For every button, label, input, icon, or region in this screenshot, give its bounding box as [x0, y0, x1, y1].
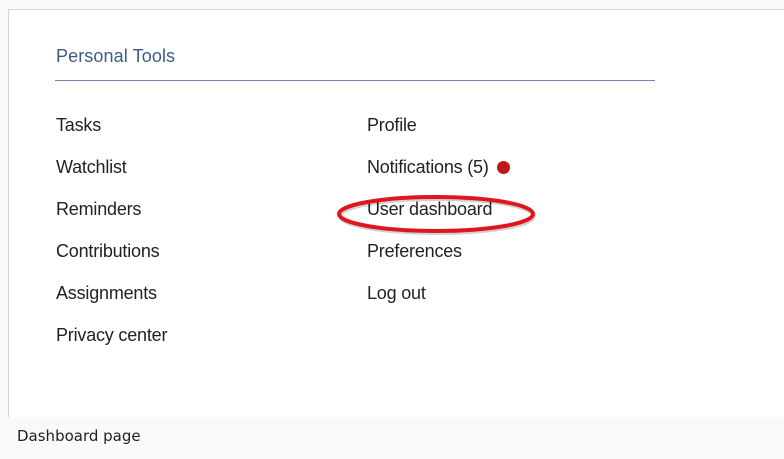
- menu-item-reminders[interactable]: Reminders: [56, 198, 167, 240]
- screenshot-frame: Personal Tools Tasks Watchlist Reminders…: [8, 9, 784, 417]
- menu-item-log-out[interactable]: Log out: [367, 282, 510, 324]
- menu-item-label: Notifications (5): [367, 157, 489, 177]
- menu-item-label: Profile: [367, 115, 417, 135]
- menu-item-watchlist[interactable]: Watchlist: [56, 156, 167, 198]
- menu-item-label: Contributions: [56, 241, 160, 261]
- menu-item-tasks[interactable]: Tasks: [56, 114, 167, 156]
- menu-item-label: Log out: [367, 283, 426, 303]
- notification-dot-icon: [496, 161, 510, 174]
- menu-item-profile[interactable]: Profile: [367, 114, 510, 156]
- menu-item-label: Assignments: [56, 283, 157, 303]
- menu-item-assignments[interactable]: Assignments: [56, 282, 167, 324]
- menu-item-preferences[interactable]: Preferences: [367, 240, 510, 282]
- menu-item-privacy-center[interactable]: Privacy center: [56, 324, 167, 366]
- right-menu: Profile Notifications (5) User dashboard…: [367, 114, 510, 324]
- left-menu: Tasks Watchlist Reminders Contributions …: [56, 114, 167, 366]
- menu-item-label: Privacy center: [56, 325, 168, 345]
- panel-title: Personal Tools: [56, 46, 176, 66]
- menu-item-contributions[interactable]: Contributions: [56, 240, 167, 282]
- menu-item-label: Reminders: [56, 199, 142, 219]
- menu-item-label: Watchlist: [56, 157, 127, 177]
- menu-item-notifications[interactable]: Notifications (5): [367, 156, 510, 198]
- title-divider: [55, 80, 655, 81]
- menu-item-label: Preferences: [367, 241, 462, 261]
- caption: Dashboard page: [17, 427, 141, 445]
- menu-item-user-dashboard[interactable]: User dashboard: [367, 198, 510, 240]
- menu-item-label: Tasks: [56, 115, 102, 135]
- menu-item-label: User dashboard: [367, 199, 493, 219]
